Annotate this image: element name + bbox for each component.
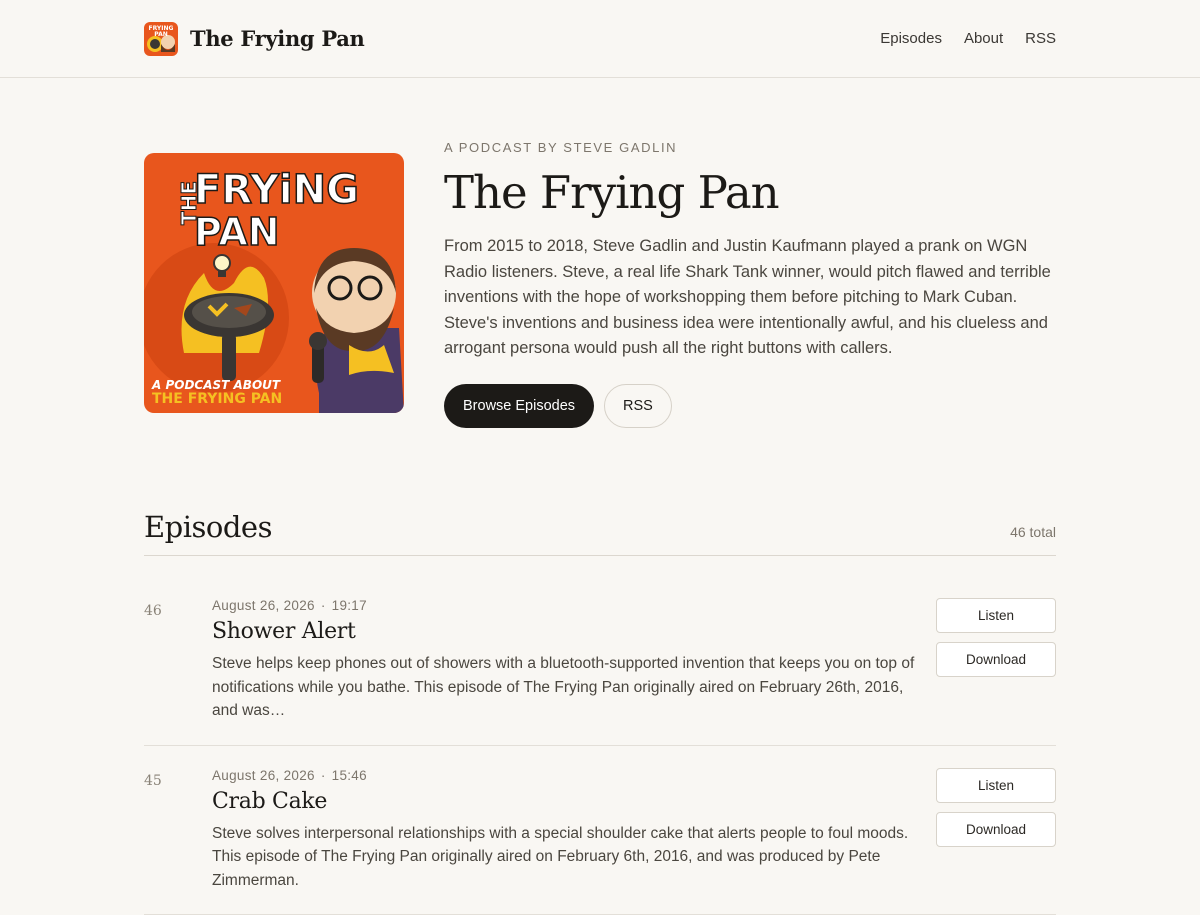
episode-row: 45 August 26, 2026 · 15:46 Crab Cake Steve…: [144, 746, 1056, 915]
episodes-heading: Episodes: [144, 510, 272, 544]
hero-actions: Browse Episodes RSS: [444, 384, 1056, 428]
hero-text: A PODCAST BY STEVE GADLIN The Frying Pan…: [444, 137, 1056, 428]
svg-text:A PODCAST ABOUT: A PODCAST ABOUT: [151, 378, 281, 392]
brand[interactable]: FRYING PAN The Frying Pan: [144, 22, 365, 56]
episode-actions: Listen Download: [936, 768, 1056, 847]
episode-duration: 19:17: [332, 598, 367, 613]
episode-description: Steve solves interpersonal relationships…: [212, 822, 917, 893]
episodes-section: Episodes 46 total 46 August 26, 2026 · 19:…: [144, 510, 1056, 915]
separator-dot: ·: [321, 768, 326, 783]
listen-button[interactable]: Listen: [936, 598, 1056, 633]
download-button[interactable]: Download: [936, 812, 1056, 847]
nav-about[interactable]: About: [964, 30, 1003, 47]
hero: THE FRYiNG PAN A PODCAST ABOUT THE FRYIN…: [144, 137, 1056, 428]
podcast-cover-art: THE FRYiNG PAN A PODCAST ABOUT THE FRYIN…: [144, 153, 404, 413]
episode-title[interactable]: Crab Cake: [212, 789, 917, 814]
svg-text:PAN: PAN: [194, 210, 280, 254]
episode-actions: Listen Download: [936, 598, 1056, 677]
episode-count: 46 total: [1010, 524, 1056, 540]
separator-dot: ·: [321, 598, 326, 613]
main-nav: Episodes About RSS: [880, 30, 1056, 47]
episode-number: 46: [144, 598, 212, 723]
listen-button[interactable]: Listen: [936, 768, 1056, 803]
download-button[interactable]: Download: [936, 642, 1056, 677]
svg-text:PAN: PAN: [154, 31, 168, 38]
episode-number: 45: [144, 768, 212, 893]
episode-description: Steve helps keep phones out of showers w…: [212, 652, 917, 723]
episode-body: August 26, 2026 · 19:17 Shower Alert Steve…: [212, 598, 917, 723]
podcast-byline: A PODCAST BY STEVE GADLIN: [444, 140, 1056, 155]
episode-duration: 15:46: [332, 768, 367, 783]
podcast-logo: FRYING PAN: [144, 22, 178, 56]
svg-text:THE FRYING PAN: THE FRYING PAN: [152, 391, 282, 407]
top-bar: FRYING PAN The Frying Pan Episodes About…: [0, 0, 1200, 78]
episode-meta: August 26, 2026 · 19:17: [212, 598, 917, 613]
svg-text:FRYiNG: FRYiNG: [194, 167, 359, 213]
episode-date: August 26, 2026: [212, 598, 315, 613]
episode-row: 46 August 26, 2026 · 19:17 Shower Alert St…: [144, 556, 1056, 746]
episodes-header: Episodes 46 total: [144, 510, 1056, 556]
episode-meta: August 26, 2026 · 15:46: [212, 768, 917, 783]
rss-button[interactable]: RSS: [604, 384, 672, 428]
podcast-title: The Frying Pan: [444, 169, 1056, 216]
episode-date: August 26, 2026: [212, 768, 315, 783]
episode-body: August 26, 2026 · 15:46 Crab Cake Steve so…: [212, 768, 917, 893]
browse-episodes-button[interactable]: Browse Episodes: [444, 384, 594, 428]
episode-title[interactable]: Shower Alert: [212, 619, 917, 644]
nav-rss[interactable]: RSS: [1025, 30, 1056, 47]
podcast-description: From 2015 to 2018, Steve Gadlin and Just…: [444, 234, 1056, 362]
nav-episodes[interactable]: Episodes: [880, 30, 942, 47]
site-title: The Frying Pan: [190, 26, 365, 51]
